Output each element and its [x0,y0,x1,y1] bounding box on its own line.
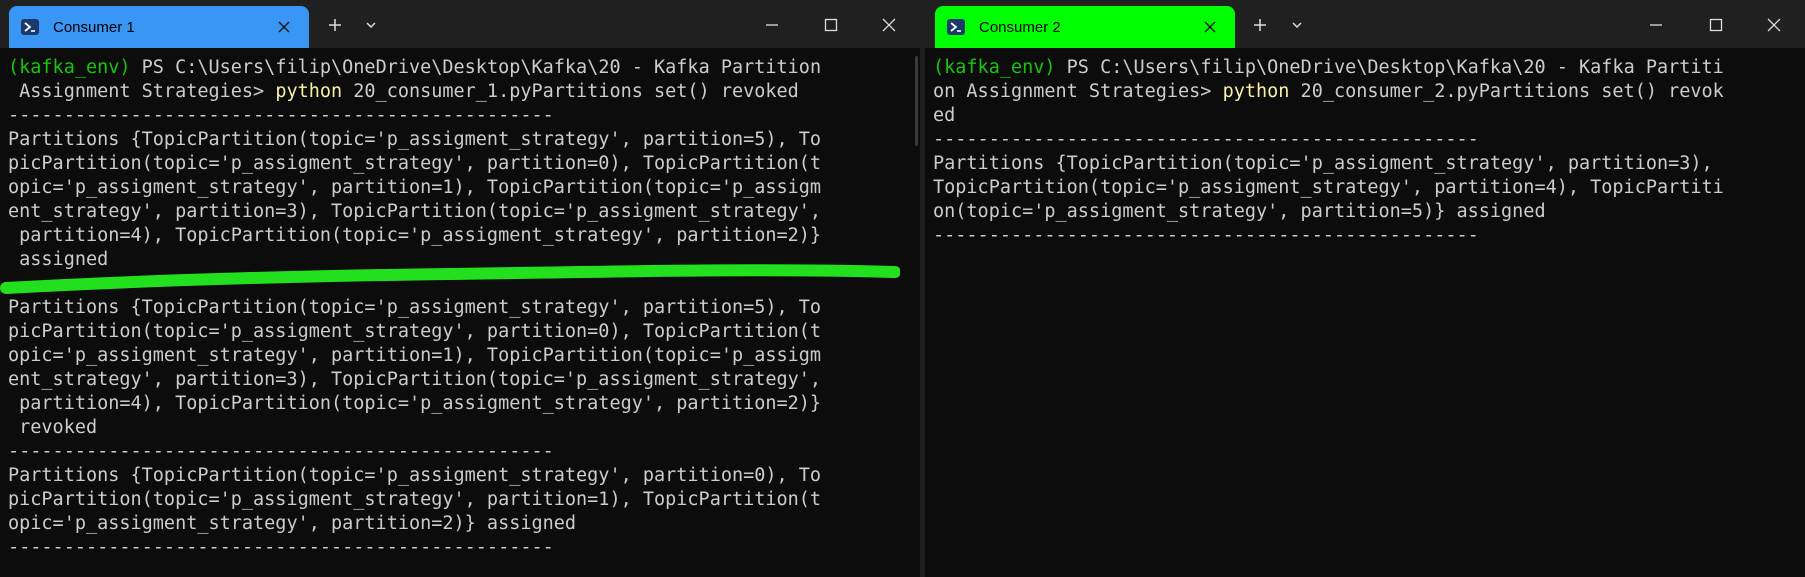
terminal-line: partition=4), TopicPartition(topic='p_as… [8,392,920,416]
terminal-line: ----------------------------------------… [933,224,1805,248]
prompt-env: (kafka_env) [8,57,131,78]
minimize-icon[interactable] [755,10,789,40]
line-text: Assignment Strategies> [8,81,276,102]
plus-icon[interactable] [1243,10,1277,40]
terminal-line: picPartition(topic='p_assigment_strategy… [8,152,920,176]
terminal-line: TopicPartition(topic='p_assigment_strate… [933,176,1805,200]
terminal-line: opic='p_assigment_strategy', partition=1… [8,176,920,200]
terminal-line: opic='p_assigment_strategy', partition=2… [8,512,920,536]
tab-consumer-1[interactable]: Consumer 1 [9,6,309,48]
powershell-icon [21,19,39,35]
line-text: ent_strategy', partition=3), TopicPartit… [8,201,822,222]
terminal-window-consumer-1: Consumer 1 (kafka_env) PS C:\Users\filip… [0,0,920,577]
line-text: Partitions {TopicPartition(topic='p_assi… [933,153,1713,174]
line-text: on(topic='p_assigment_strategy', partiti… [933,201,1546,222]
terminal-line: ent_strategy', partition=3), TopicPartit… [8,200,920,224]
terminal-line: Partitions {TopicPartition(topic='p_assi… [933,152,1805,176]
tab-consumer-2[interactable]: Consumer 2 [935,6,1235,48]
line-text: --- [8,273,42,294]
line-text: assigned [8,249,109,270]
terminal-line: picPartition(topic='p_assigment_strategy… [8,488,920,512]
line-text: picPartition(topic='p_assigment_strategy… [8,489,822,510]
terminal-line: (kafka_env) PS C:\Users\filip\OneDrive\D… [933,56,1805,80]
command-args: 20_consumer_2.pyPartitions set() revok [1289,81,1724,102]
terminal-line: --- [8,272,920,296]
line-text: Partitions {TopicPartition(topic='p_assi… [8,297,822,318]
minimize-icon[interactable] [1639,10,1673,40]
terminal-line: ed [933,104,1805,128]
terminal-window-consumer-2: Consumer 2 (kafka_env) PS C:\Users\filip… [925,0,1805,577]
line-text: opic='p_assigment_strategy', partition=1… [8,177,822,198]
line-text: picPartition(topic='p_assigment_strategy… [8,321,822,342]
line-text: partition=4), TopicPartition(topic='p_as… [8,393,822,414]
terminal-line: partition=4), TopicPartition(topic='p_as… [8,224,920,248]
plus-icon[interactable] [318,10,352,40]
line-text: opic='p_assigment_strategy', partition=2… [8,513,577,534]
command-args: 20_consumer_1.pyPartitions set() revoked [342,81,799,102]
title-bar: Consumer 2 [925,0,1805,48]
terminal-line: ----------------------------------------… [8,440,920,464]
tab-title: Consumer 2 [979,18,1061,36]
line-text: ----------------------------------------… [933,129,1479,150]
line-text: PS C:\Users\filip\OneDrive\Desktop\Kafka… [130,57,822,78]
terminal-line: Partitions {TopicPartition(topic='p_assi… [8,128,920,152]
terminal-line: ----------------------------------------… [933,128,1805,152]
close-icon[interactable] [1195,12,1225,42]
line-text: ----------------------------------------… [8,105,554,126]
line-text: Partitions {TopicPartition(topic='p_assi… [8,129,822,150]
line-text: ed [933,105,956,126]
scrollbar[interactable] [915,56,918,146]
terminal-line: revoked [8,416,920,440]
line-text: ----------------------------------------… [8,537,554,558]
terminal-line: ----------------------------------------… [8,536,920,560]
line-text: ----------------------------------------… [8,441,554,462]
terminal-line: (kafka_env) PS C:\Users\filip\OneDrive\D… [8,56,920,80]
chevron-down-icon[interactable] [354,10,388,40]
terminal-line: on(topic='p_assigment_strategy', partiti… [933,200,1805,224]
terminal-line: picPartition(topic='p_assigment_strategy… [8,320,920,344]
close-icon[interactable] [269,12,299,42]
terminal-output[interactable]: (kafka_env) PS C:\Users\filip\OneDrive\D… [925,48,1805,577]
terminal-line: Partitions {TopicPartition(topic='p_assi… [8,464,920,488]
line-text: opic='p_assigment_strategy', partition=1… [8,345,822,366]
maximize-icon[interactable] [814,10,848,40]
terminal-line: assigned [8,248,920,272]
line-text: Partitions {TopicPartition(topic='p_assi… [8,465,822,486]
powershell-icon [947,19,965,35]
terminal-line: Assignment Strategies> python 20_consume… [8,80,920,104]
line-text: picPartition(topic='p_assigment_strategy… [8,153,822,174]
line-text: TopicPartition(topic='p_assigment_strate… [933,177,1724,198]
terminal-line: Partitions {TopicPartition(topic='p_assi… [8,296,920,320]
line-text: partition=4), TopicPartition(topic='p_as… [8,225,822,246]
line-text: ent_strategy', partition=3), TopicPartit… [8,369,822,390]
title-bar: Consumer 1 [0,0,920,48]
line-text: ----------------------------------------… [933,225,1479,246]
maximize-icon[interactable] [1699,10,1733,40]
close-window-icon[interactable] [1757,10,1791,40]
terminal-line: ent_strategy', partition=3), TopicPartit… [8,368,920,392]
command-name: python [275,81,343,102]
chevron-down-icon[interactable] [1280,10,1314,40]
close-window-icon[interactable] [872,10,906,40]
terminal-line: opic='p_assigment_strategy', partition=1… [8,344,920,368]
terminal-line: on Assignment Strategies> python 20_cons… [933,80,1805,104]
line-text: PS C:\Users\filip\OneDrive\Desktop\Kafka… [1055,57,1724,78]
tab-title: Consumer 1 [53,18,135,36]
terminal-output[interactable]: (kafka_env) PS C:\Users\filip\OneDrive\D… [0,48,920,577]
command-name: python [1222,81,1290,102]
terminal-line: ----------------------------------------… [8,104,920,128]
prompt-env: (kafka_env) [933,57,1056,78]
line-text: revoked [8,417,98,438]
line-text: on Assignment Strategies> [933,81,1223,102]
